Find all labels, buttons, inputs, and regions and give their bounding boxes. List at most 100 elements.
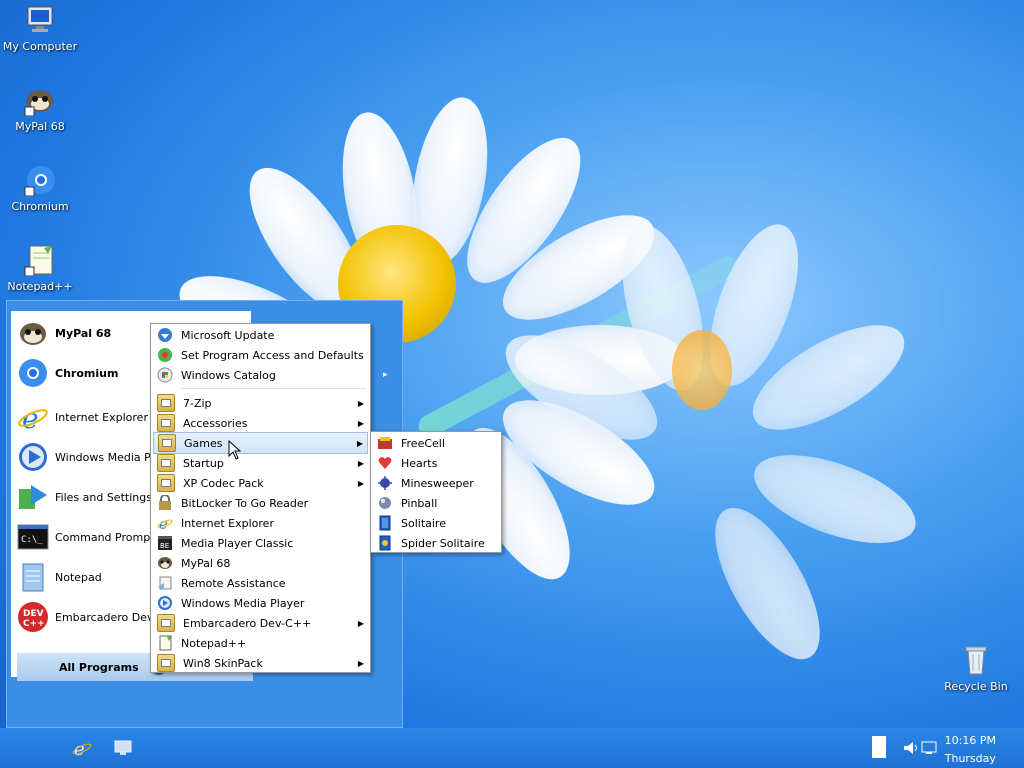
menu-item-internet-explorer[interactable]: e Internet Explorer — [153, 513, 368, 533]
menu-item-windows-media-player[interactable]: Windows Media Player — [153, 593, 368, 613]
internet-explorer-icon[interactable]: e — [72, 738, 92, 758]
menu-item-win8-skinpack[interactable]: Win8 SkinPack ▶ — [153, 653, 368, 673]
media-player-classic-icon: BE — [157, 535, 173, 551]
pinned-item-label: Embarcadero Dev-C — [55, 610, 165, 624]
submenu-arrow-icon: ▶ — [357, 398, 364, 408]
menu-item-label: 7-Zip — [183, 396, 212, 410]
taskbar: e 10:16 PM Thursday — [0, 728, 1024, 768]
submenu-arrow-icon: ▶ — [357, 418, 364, 428]
menu-item-label: Games — [184, 436, 223, 450]
menu-item-label: Minesweeper — [401, 476, 474, 490]
submenu-arrow-icon: ▶ — [357, 618, 364, 628]
menu-item-games[interactable]: Games ▶ — [153, 432, 368, 454]
wallpaper-flower-center — [672, 330, 732, 410]
menu-item-pinball[interactable]: Pinball — [373, 493, 499, 513]
all-programs-label: All Programs — [59, 660, 139, 674]
microsoft-update-icon — [157, 327, 173, 343]
chromium-icon — [24, 164, 56, 197]
menu-item-label: FreeCell — [401, 436, 445, 450]
recycle-bin-icon — [960, 644, 992, 676]
folder-icon — [158, 434, 176, 452]
menu-item-microsoft-update[interactable]: Microsoft Update — [153, 325, 368, 345]
menu-item-windows-catalog[interactable]: Windows Catalog — [153, 365, 368, 385]
menu-item-spider-solitaire[interactable]: Spider Solitaire — [373, 533, 499, 553]
remote-assistance-icon — [157, 575, 173, 591]
pinned-item-label: Chromium — [55, 366, 119, 380]
spider-solitaire-icon — [377, 535, 393, 551]
menu-item-label: Media Player Classic — [181, 536, 294, 550]
devcpp-icon: DEV C++ — [17, 601, 49, 633]
network-icon[interactable] — [920, 740, 938, 756]
menu-item-label: XP Codec Pack — [183, 476, 264, 490]
solitaire-icon — [377, 515, 393, 531]
menu-item-hearts[interactable]: Hearts — [373, 453, 499, 473]
tray-flyout-toggle[interactable] — [872, 736, 886, 758]
menu-item-set-program-access[interactable]: Set Program Access and Defaults — [153, 345, 368, 365]
program-defaults-icon — [157, 347, 173, 363]
files-settings-transfer-icon — [17, 481, 49, 513]
internet-explorer-icon: e — [17, 401, 49, 435]
show-desktop-icon[interactable] — [114, 740, 132, 756]
menu-item-label: Remote Assistance — [181, 576, 286, 590]
menu-item-label: Notepad++ — [181, 636, 247, 650]
svg-text:DEV: DEV — [23, 609, 44, 619]
menu-item-bitlocker[interactable]: BitLocker To Go Reader — [153, 493, 368, 513]
menu-item-label: Internet Explorer — [181, 516, 274, 530]
desktop-icon-label: My Computer — [2, 40, 78, 53]
notepad-plus-icon — [157, 635, 173, 651]
desktop-icon-recycle-bin[interactable]: Recycle Bin — [936, 644, 1016, 693]
freecell-icon — [377, 435, 393, 451]
desktop-icon-chromium[interactable]: Chromium — [0, 164, 80, 213]
taskbar-clock[interactable]: 10:16 PM Thursday — [945, 732, 996, 768]
folder-icon — [157, 414, 175, 432]
pinned-item-label: Internet Explorer — [55, 410, 148, 424]
menu-more-arrow[interactable]: ▸ — [383, 370, 388, 380]
svg-text:BE: BE — [160, 542, 169, 550]
desktop-icon-label: Recycle Bin — [944, 680, 1008, 693]
menu-item-embarcadero-devcpp[interactable]: Embarcadero Dev-C++ ▶ — [153, 613, 368, 633]
clock-day: Thursday — [944, 752, 996, 765]
menu-item-media-player-classic[interactable]: BE Media Player Classic — [153, 533, 368, 553]
menu-item-accessories[interactable]: Accessories ▶ — [153, 413, 368, 433]
pinned-item-label: Notepad — [55, 570, 102, 584]
desktop-icon-label: MyPal 68 — [15, 120, 65, 133]
hearts-icon — [377, 455, 393, 471]
chromium-icon — [17, 357, 49, 389]
folder-icon — [157, 474, 175, 492]
clock-time: 10:16 PM — [944, 734, 996, 747]
games-menu: FreeCell Hearts Minesweeper Pinball Soli… — [370, 431, 502, 553]
windows-media-player-icon — [17, 441, 49, 473]
desktop-icon-notepad-plus[interactable]: Notepad++ — [0, 244, 80, 293]
computer-icon — [24, 4, 56, 36]
menu-item-minesweeper[interactable]: Minesweeper — [373, 473, 499, 493]
menu-item-solitaire[interactable]: Solitaire — [373, 513, 499, 533]
mypal-icon — [17, 317, 49, 349]
pinned-item-label: Command Prompt — [55, 530, 155, 544]
menu-item-label: Accessories — [183, 416, 248, 430]
mypal-icon — [24, 84, 56, 117]
menu-item-mypal[interactable]: MyPal 68 — [153, 553, 368, 573]
desktop-icon-mypal[interactable]: MyPal 68 — [0, 84, 80, 133]
windows-media-player-icon — [157, 595, 173, 611]
menu-item-startup[interactable]: Startup ▶ — [153, 453, 368, 473]
folder-icon — [157, 614, 175, 632]
submenu-arrow-icon: ▶ — [357, 478, 364, 488]
menu-item-label: Windows Media Player — [181, 596, 305, 610]
svg-text:C:\_: C:\_ — [21, 535, 43, 545]
internet-explorer-icon: e — [157, 515, 173, 533]
volume-icon[interactable] — [902, 740, 920, 756]
menu-item-freecell[interactable]: FreeCell — [373, 433, 499, 453]
menu-item-xp-codec-pack[interactable]: XP Codec Pack ▶ — [153, 473, 368, 493]
menu-item-label: BitLocker To Go Reader — [181, 496, 309, 510]
menu-item-label: Hearts — [401, 456, 438, 470]
windows-catalog-icon — [157, 367, 173, 383]
notepad-plus-icon — [24, 244, 56, 277]
menu-item-7zip[interactable]: 7-Zip ▶ — [153, 393, 368, 413]
command-prompt-icon: C:\_ — [17, 521, 49, 553]
pinned-item-label: Windows Media Pl — [55, 450, 154, 464]
pinned-item-label: Files and Settings T — [55, 490, 163, 504]
menu-item-remote-assistance[interactable]: Remote Assistance — [153, 573, 368, 593]
desktop-icon-my-computer[interactable]: My Computer — [0, 4, 80, 53]
menu-separator — [181, 388, 366, 389]
menu-item-notepad-plus[interactable]: Notepad++ — [153, 633, 368, 653]
